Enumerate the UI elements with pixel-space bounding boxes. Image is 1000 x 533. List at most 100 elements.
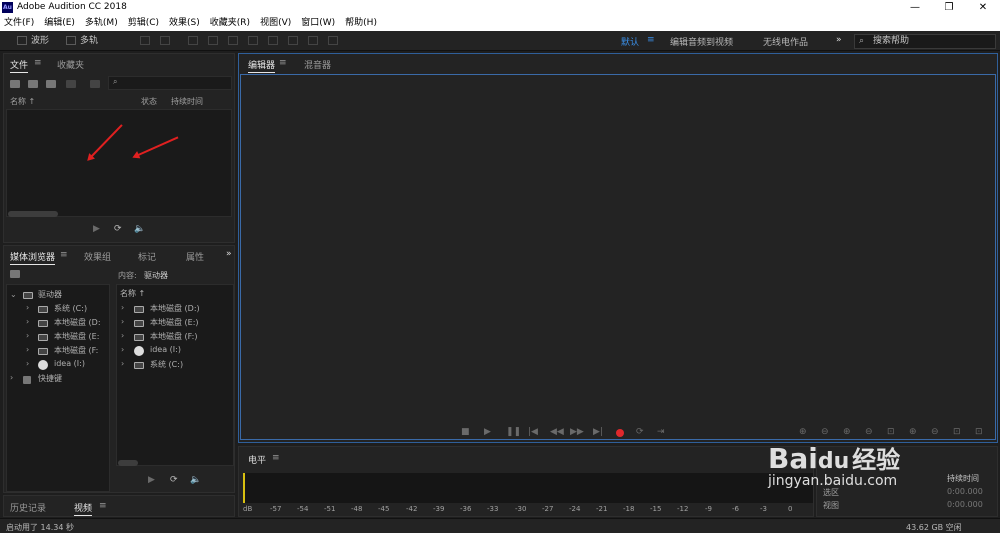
loop-playback-icon[interactable]: ⟳ [636,427,644,437]
zoom-in-point-icon[interactable]: ⊕ [909,427,917,437]
files-filter-input[interactable]: ⌕ [108,76,232,90]
list-item-d[interactable]: 本地磁盘 (D:) [150,303,200,314]
fast-forward-icon[interactable]: ▶▶ [570,427,584,437]
zoom-in-time-icon[interactable]: ⊕ [843,427,851,437]
pitch-icon[interactable] [160,36,170,45]
restore-button[interactable]: ❐ [934,0,964,16]
lasso-icon[interactable] [288,36,298,45]
move-tool-icon[interactable] [188,36,198,45]
menu-multitrack[interactable]: 多轨(M) [85,16,118,31]
editor-canvas[interactable] [240,74,996,440]
razor-tool-icon[interactable] [208,36,218,45]
rewind-icon[interactable]: ◀◀ [550,427,564,437]
menu-effects[interactable]: 效果(S) [169,16,200,31]
menu-edit[interactable]: 编辑(E) [44,16,75,31]
list-column-name[interactable]: 名称 ↑ [120,288,145,299]
tree-item-f[interactable]: 本地磁盘 (F: [54,345,98,356]
zoom-reset-icon[interactable]: ⊡ [975,427,983,437]
column-name[interactable]: 名称 ↑ [10,96,35,107]
chevron-right-icon[interactable]: › [26,303,29,312]
spectral-icon[interactable] [140,36,150,45]
multitrack-view-button[interactable]: 多轨 [80,34,98,48]
record-button[interactable] [616,429,624,437]
files-panel-menu-icon[interactable]: ≡ [34,58,42,68]
media-scrollbar[interactable] [118,460,138,466]
pause-icon[interactable]: ❚❚ [506,427,521,437]
tab-video[interactable]: 视频 [74,501,93,516]
workspace-more-button[interactable]: » [836,35,842,45]
tab-mixer[interactable]: 混音器 [304,58,331,71]
chevron-right-icon[interactable]: › [26,345,29,354]
more-panels-icon[interactable]: » [226,249,232,259]
menu-view[interactable]: 视图(V) [260,16,291,31]
preview-loop-icon[interactable]: ⟳ [114,224,122,234]
help-search-input[interactable]: ⌕ 搜索帮助 [854,34,996,49]
open-file-icon[interactable] [10,80,20,88]
list-item-i[interactable]: idea (I:) [150,345,181,354]
slip-tool-icon[interactable] [228,36,238,45]
chevron-right-icon[interactable]: › [10,373,13,382]
column-status[interactable]: 状态 [141,96,157,107]
time-select-icon[interactable] [248,36,258,45]
zoom-in-amplitude-icon[interactable]: ⊕ [799,427,807,437]
chevron-right-icon[interactable]: › [121,345,124,354]
tree-item-e[interactable]: 本地磁盘 (E: [54,331,99,342]
menu-file[interactable]: 文件(F) [4,16,34,31]
tree-item-i[interactable]: idea (I:) [54,359,85,368]
zoom-out-time-icon[interactable]: ⊖ [865,427,873,437]
menu-favorites[interactable]: 收藏夹(R) [210,16,250,31]
tree-item-shortcuts[interactable]: 快捷键 [38,373,62,384]
play-icon[interactable]: ▶ [484,427,491,437]
tree-item-d[interactable]: 本地磁盘 (D: [54,317,101,328]
view-duration[interactable]: 0:00.000 [947,500,983,509]
import-media-icon[interactable] [10,270,20,278]
chevron-right-icon[interactable]: › [121,303,124,312]
tab-properties[interactable]: 属性 [186,250,204,263]
import-file-icon[interactable] [28,80,38,88]
go-to-end-icon[interactable]: ▶| [593,427,603,437]
marquee-icon[interactable] [268,36,278,45]
tab-effects-rack[interactable]: 效果组 [84,250,111,263]
media-volume-icon[interactable]: 🔈 [190,475,201,485]
workspace-menu-icon[interactable]: ≡ [647,35,655,45]
menu-help[interactable]: 帮助(H) [345,16,377,31]
healing-icon[interactable] [328,36,338,45]
preview-volume-icon[interactable]: 🔈 [134,224,145,234]
files-scrollbar[interactable] [8,211,58,217]
selection-duration[interactable]: 0:00.000 [947,487,983,496]
tree-item-drives[interactable]: 驱动器 [38,289,62,300]
tab-favorites[interactable]: 收藏夹 [57,58,84,71]
preview-play-icon[interactable]: ▶ [93,224,100,234]
tree-item-c[interactable]: 系统 (C:) [54,303,87,314]
tab-files[interactable]: 文件 [10,58,29,73]
chevron-right-icon[interactable]: › [26,317,29,326]
chevron-right-icon[interactable]: › [26,359,29,368]
insert-into-multitrack-icon[interactable] [66,80,76,88]
stop-icon[interactable]: ■ [461,427,470,437]
menu-clip[interactable]: 剪辑(C) [128,16,159,31]
level-menu-icon[interactable]: ≡ [272,453,280,463]
column-duration[interactable]: 持续时间 [171,96,203,107]
list-item-f[interactable]: 本地磁盘 (F:) [150,331,197,342]
minimize-button[interactable]: — [900,0,930,16]
media-panel-menu-icon[interactable]: ≡ [60,250,68,260]
chevron-down-icon[interactable]: ⌄ [10,290,17,299]
chevron-right-icon[interactable]: › [121,317,124,326]
media-play-icon[interactable]: ▶ [148,475,155,485]
tab-history[interactable]: 历史记录 [10,501,46,514]
video-panel-menu-icon[interactable]: ≡ [99,501,107,511]
tab-editor[interactable]: 编辑器 [248,58,276,73]
delete-icon[interactable] [90,80,100,88]
chevron-right-icon[interactable]: › [121,359,124,368]
zoom-out-point-icon[interactable]: ⊖ [931,427,939,437]
chevron-right-icon[interactable]: › [26,331,29,340]
skip-icon[interactable]: ⇥ [657,427,665,437]
list-item-e[interactable]: 本地磁盘 (E:) [150,317,199,328]
tab-media-browser[interactable]: 媒体浏览器 [10,250,56,265]
workspace-edit-to-video[interactable]: 编辑音频到视频 [670,35,733,48]
editor-menu-icon[interactable]: ≡ [279,58,287,68]
media-loop-icon[interactable]: ⟳ [170,475,178,485]
workspace-radio[interactable]: 无线电作品 [763,35,808,48]
new-file-icon[interactable] [46,80,56,88]
zoom-full-icon[interactable]: ⊡ [887,427,895,437]
